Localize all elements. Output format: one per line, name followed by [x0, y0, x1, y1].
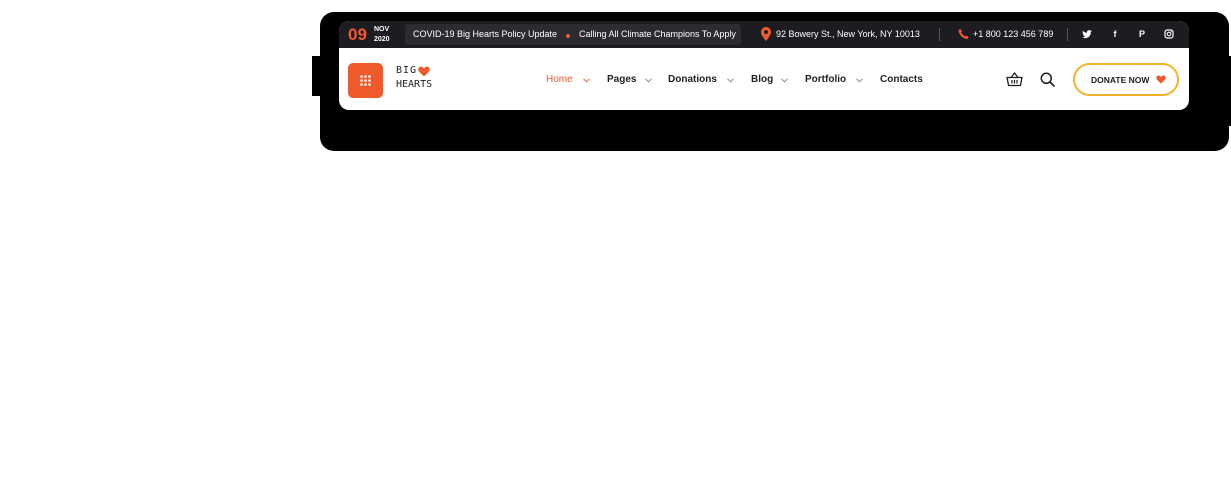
- twitter-icon[interactable]: [1081, 28, 1093, 40]
- phone-link[interactable]: +1 800 123 456 789: [973, 29, 1053, 39]
- nav-home[interactable]: Home: [546, 74, 573, 86]
- nav-pages[interactable]: Pages: [607, 74, 636, 86]
- backdrop-edge-left: [312, 56, 326, 96]
- search-icon[interactable]: [1040, 72, 1055, 87]
- address-text: 92 Bowery St., New York, NY 10013: [776, 29, 920, 39]
- heart-icon: [1156, 75, 1166, 84]
- logo-line-1: BIG: [396, 65, 418, 76]
- logo-line-2: HEARTS: [396, 79, 433, 90]
- basket-icon[interactable]: [1006, 72, 1023, 87]
- heart-icon: [418, 66, 430, 77]
- chevron-down-icon: [645, 78, 652, 83]
- nav-blog[interactable]: Blog: [751, 74, 773, 86]
- nav-contacts[interactable]: Contacts: [880, 74, 923, 86]
- nav-portfolio[interactable]: Portfolio: [805, 74, 846, 86]
- ticker-separator-dot: [566, 34, 570, 38]
- chevron-down-icon: [727, 78, 734, 83]
- nav-donations[interactable]: Donations: [668, 74, 717, 86]
- news-ticker: COVID-19 Big Hearts Policy Update Callin…: [405, 24, 741, 45]
- news-link[interactable]: COVID-19 Big Hearts Policy Update: [413, 29, 557, 39]
- menu-button[interactable]: [348, 63, 383, 98]
- logo[interactable]: BIG HEARTS: [396, 65, 436, 99]
- divider: [1067, 28, 1068, 41]
- phone-icon: [958, 29, 969, 39]
- date-year: 2020: [374, 36, 390, 43]
- location-pin-icon: [761, 27, 771, 41]
- backdrop-edge-right: [1219, 56, 1231, 126]
- divider: [939, 28, 940, 41]
- date-day: 09: [348, 25, 367, 44]
- news-link[interactable]: Calling All Climate Champions To Apply: [579, 29, 736, 39]
- instagram-icon[interactable]: [1163, 28, 1175, 40]
- chevron-down-icon: [583, 78, 590, 83]
- date-month: NOV: [374, 26, 390, 33]
- facebook-icon[interactable]: f: [1109, 28, 1121, 40]
- chevron-down-icon: [781, 78, 788, 83]
- top-bar: 09 NOV 2020 COVID-19 Big Hearts Policy U…: [339, 21, 1189, 48]
- pinterest-icon[interactable]: P: [1136, 28, 1148, 40]
- donate-now-button[interactable]: DONATE NOW: [1073, 63, 1179, 96]
- site-header: 09 NOV 2020 COVID-19 Big Hearts Policy U…: [339, 21, 1189, 110]
- donate-label: DONATE NOW: [1091, 75, 1150, 85]
- grid-icon: [360, 75, 371, 86]
- chevron-down-icon: [856, 78, 863, 83]
